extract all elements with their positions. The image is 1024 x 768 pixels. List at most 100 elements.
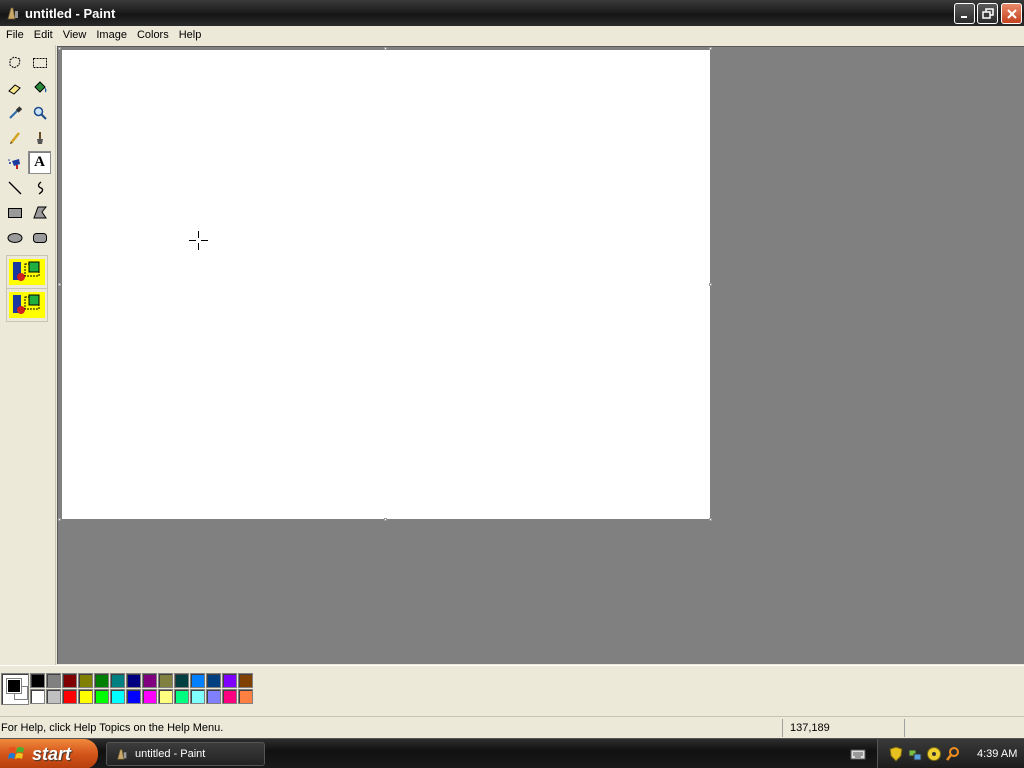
palette-swatch[interactable] (46, 673, 61, 688)
opaque-background-option-icon (9, 259, 45, 285)
status-bar: For Help, click Help Topics on the Help … (0, 716, 1024, 738)
tool-select[interactable] (28, 51, 51, 74)
tool-airbrush[interactable] (3, 151, 26, 174)
palette-swatch[interactable] (110, 673, 125, 688)
palette-swatch[interactable] (158, 689, 173, 704)
menu-image[interactable]: Image (91, 26, 132, 45)
crosshair-cursor-icon (189, 231, 208, 250)
tool-rounded-rectangle[interactable] (28, 226, 51, 249)
palette-swatch[interactable] (222, 689, 237, 704)
keyboard-icon[interactable] (850, 747, 866, 761)
tool-pencil[interactable] (3, 126, 26, 149)
resize-handle-bottom-right[interactable] (709, 518, 712, 521)
tool-text[interactable]: A (28, 151, 51, 174)
palette-swatch[interactable] (206, 689, 221, 704)
menu-edit[interactable]: Edit (29, 26, 58, 45)
rounded-rectangle-icon (32, 232, 47, 243)
palette-swatch[interactable] (62, 689, 77, 704)
palette-swatch[interactable] (190, 673, 205, 688)
minimize-button[interactable] (954, 3, 975, 24)
status-size-panel (904, 719, 1022, 737)
palette-swatch[interactable] (174, 689, 189, 704)
palette-swatch[interactable] (238, 689, 253, 704)
window-title: untitled - Paint (25, 5, 116, 21)
restore-button[interactable] (977, 3, 998, 24)
palette-swatch[interactable] (30, 689, 45, 704)
system-tray: 4:39 AM (877, 739, 1024, 768)
close-icon (1006, 8, 1017, 19)
palette-swatch[interactable] (78, 689, 93, 704)
ellipse-icon (7, 232, 22, 243)
palette-swatch[interactable] (94, 689, 109, 704)
curve-icon (37, 180, 43, 195)
search-icon[interactable] (945, 746, 961, 762)
line-icon (8, 181, 21, 194)
palette-swatch[interactable] (174, 673, 189, 688)
tool-line[interactable] (3, 176, 26, 199)
tool-rectangle[interactable] (3, 201, 26, 224)
start-button[interactable]: start (0, 739, 98, 768)
palette-swatch[interactable] (30, 673, 45, 688)
free-form-select-icon (9, 55, 21, 69)
drawing-canvas[interactable] (62, 50, 710, 519)
resize-handle-right[interactable] (709, 283, 712, 286)
foreground-color (6, 678, 22, 694)
restore-icon (981, 7, 994, 19)
security-shield-icon[interactable] (888, 746, 904, 762)
menu-help[interactable]: Help (174, 26, 207, 45)
rect-select-icon (32, 57, 47, 68)
tool-brush[interactable] (28, 126, 51, 149)
magnifier-icon (33, 106, 47, 120)
transparent-background-option-icon (9, 292, 45, 318)
rectangle-icon (7, 207, 22, 218)
palette-swatch[interactable] (158, 673, 173, 688)
taskbar-item-paint[interactable]: untitled - Paint (106, 742, 265, 766)
palette-swatch[interactable] (206, 673, 221, 688)
tool-polygon[interactable] (28, 201, 51, 224)
palette-swatch[interactable] (190, 689, 205, 704)
status-help-text: For Help, click Help Topics on the Help … (1, 722, 224, 734)
palette-swatch[interactable] (238, 673, 253, 688)
tool-pick-color[interactable] (3, 101, 26, 124)
tool-free-form-select[interactable] (3, 51, 26, 74)
taskbar-item-label: untitled - Paint (135, 748, 206, 760)
resize-handle-top-left (58, 47, 61, 50)
tool-magnifier[interactable] (28, 101, 51, 124)
menu-file[interactable]: File (1, 26, 29, 45)
palette-swatch[interactable] (222, 673, 237, 688)
eyedropper-icon (8, 105, 22, 119)
resize-handle-left (58, 283, 61, 286)
palette-swatch[interactable] (142, 673, 157, 688)
title-bar[interactable]: untitled - Paint (0, 0, 1024, 26)
start-label: start (32, 743, 72, 764)
menu-view[interactable]: View (58, 26, 92, 45)
menu-colors[interactable]: Colors (132, 26, 174, 45)
palette-swatch[interactable] (110, 689, 125, 704)
palette-swatch[interactable] (142, 689, 157, 704)
resize-handle-top-right (709, 47, 712, 50)
tool-ellipse[interactable] (3, 226, 26, 249)
tool-option-opaque[interactable] (6, 255, 48, 289)
brush-icon (36, 131, 43, 144)
resize-handle-bottom-left (58, 518, 61, 521)
tool-curve[interactable] (28, 176, 51, 199)
pencil-icon (9, 131, 20, 144)
palette-swatch[interactable] (126, 689, 141, 704)
paint-bucket-icon (33, 80, 46, 93)
tool-fill[interactable] (28, 76, 51, 99)
paint-window: untitled - Paint File Edit View Image Co… (0, 0, 1024, 768)
tool-eraser[interactable] (3, 76, 26, 99)
polygon-icon (32, 206, 47, 218)
palette-swatch[interactable] (62, 673, 77, 688)
windows-logo-icon (8, 747, 24, 759)
menu-bar: File Edit View Image Colors Help (0, 26, 1024, 45)
palette-swatch[interactable] (46, 689, 61, 704)
tool-option-transparent[interactable] (6, 288, 48, 322)
palette-swatch[interactable] (94, 673, 109, 688)
cd-drive-icon[interactable] (926, 746, 942, 762)
close-button[interactable] (1001, 3, 1022, 24)
resize-handle-bottom[interactable] (384, 518, 387, 521)
network-icon[interactable] (907, 746, 923, 762)
palette-swatch[interactable] (78, 673, 93, 688)
palette-swatch[interactable] (126, 673, 141, 688)
